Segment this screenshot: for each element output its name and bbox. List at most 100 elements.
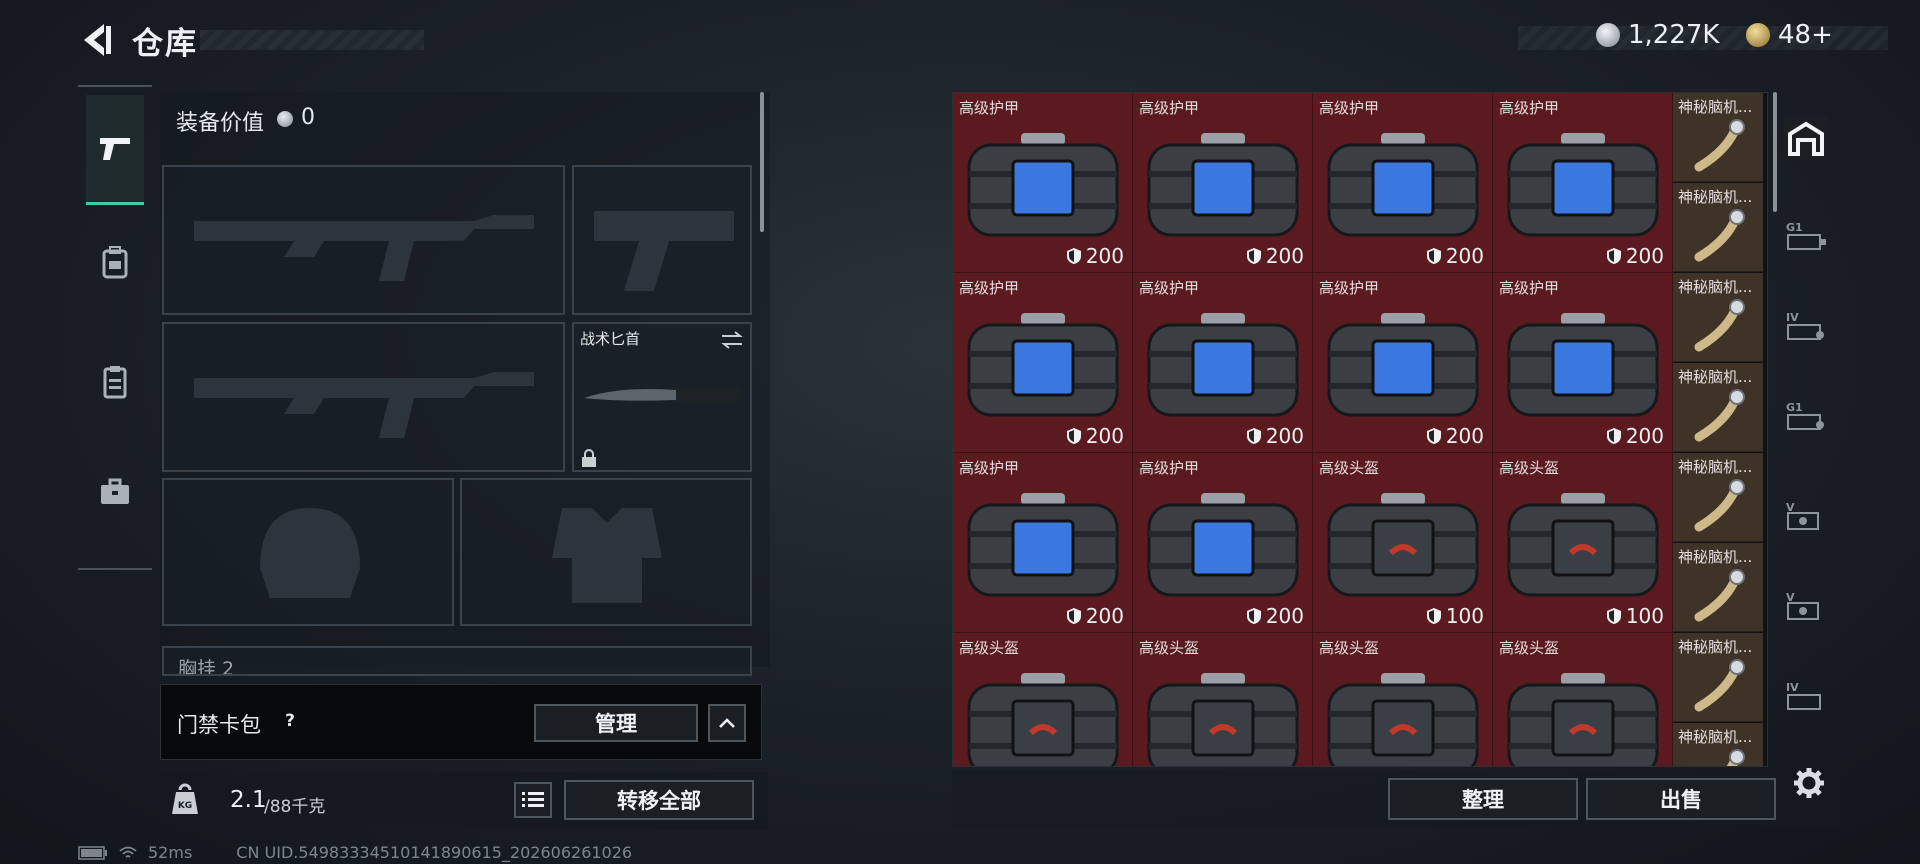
tab-backpack[interactable] — [86, 207, 144, 317]
armor-bag-icon — [1507, 133, 1659, 237]
inventory-item-armor[interactable]: 高级护甲 200 — [953, 273, 1133, 453]
item-name: 高级护甲 — [959, 99, 1020, 117]
durability-shield-icon — [1066, 428, 1081, 444]
item-durability: 200 — [1265, 424, 1304, 448]
silver-amount: 1,227K — [1628, 20, 1720, 50]
item-durability: 200 — [1085, 604, 1124, 628]
back-button[interactable] — [76, 20, 116, 60]
tab-case[interactable] — [86, 437, 144, 547]
inventory-item-brain-chip[interactable]: 神秘脑机... — [1673, 93, 1763, 182]
safehouse-icon — [1788, 121, 1824, 156]
brain-chip-icon — [1694, 389, 1745, 442]
chest-rig-label: 胸挂 2 — [178, 658, 235, 676]
list-view-button[interactable] — [514, 782, 552, 818]
brain-chip-icon — [1694, 209, 1745, 262]
tab-vest[interactable] — [86, 327, 144, 437]
item-value: 200 — [1066, 244, 1124, 268]
inventory-item-armor[interactable]: 高级护甲 200 — [1313, 93, 1493, 273]
inventory-item-armor[interactable]: 高级护甲 200 — [1133, 93, 1313, 273]
item-value: 200 — [1246, 424, 1304, 448]
helmet-bag-icon — [1507, 493, 1659, 597]
tab-weapons[interactable] — [86, 95, 144, 205]
item-durability: 200 — [1085, 424, 1124, 448]
knife-slot[interactable]: 战术匕首 — [572, 322, 752, 472]
weight-icon: KG — [172, 783, 198, 814]
expand-button[interactable] — [708, 704, 746, 742]
gold-amount: 48+ — [1778, 20, 1833, 50]
item-name: 高级护甲 — [1319, 279, 1380, 297]
tab-stash-v[interactable]: V — [1784, 494, 1828, 538]
item-name: 高级护甲 — [1139, 279, 1200, 297]
pistol-slot[interactable] — [572, 165, 752, 315]
item-name: 神秘脑机... — [1678, 368, 1753, 386]
chest-rig-slot[interactable]: 胸挂 2 — [162, 646, 752, 676]
item-durability: 100 — [1445, 604, 1484, 628]
tab-stash-v2[interactable]: V — [1784, 584, 1828, 628]
helmet-slot[interactable] — [162, 478, 454, 626]
page-title: 仓库 — [132, 26, 198, 62]
helmet-silhouette-icon — [260, 508, 360, 598]
durability-shield-icon — [1606, 428, 1621, 444]
inventory-item-brain-chip[interactable]: 神秘脑机... — [1673, 453, 1763, 542]
inventory-item-brain-chip[interactable]: 神秘脑机... — [1673, 543, 1763, 632]
durability-shield-icon — [1066, 248, 1081, 264]
status-bar: 52ms CN UID.54983334510141890615_2026062… — [78, 843, 632, 862]
durability-shield-icon — [1606, 608, 1621, 624]
weight-max: /88千克 — [264, 797, 326, 817]
tab-stash-g1b[interactable]: G1 — [1784, 394, 1828, 438]
inventory-item-brain-chip[interactable]: 神秘脑机... — [1673, 183, 1763, 272]
manage-button[interactable]: 管理 — [534, 704, 698, 742]
stash-g1b-icon: G1 — [1786, 401, 1824, 430]
chevron-up-icon — [719, 718, 735, 728]
tab-stash-iv2[interactable]: IV — [1784, 674, 1828, 718]
briefcase-icon — [101, 478, 129, 504]
tab-safehouse[interactable] — [1784, 116, 1828, 160]
helmet-bag-icon — [1147, 673, 1299, 766]
inventory-item-armor[interactable]: 高级护甲 200 — [1133, 453, 1313, 633]
inventory-item-brain-chip[interactable]: 神秘脑机... — [1673, 273, 1763, 362]
durability-shield-icon — [1246, 248, 1261, 264]
inventory-item-armor[interactable]: 高级护甲 200 — [1493, 93, 1673, 273]
settings-gear-icon[interactable] — [1792, 766, 1826, 800]
item-name: 高级护甲 — [1499, 279, 1560, 297]
equipment-value: 0 — [301, 105, 315, 130]
tab-stash-iv[interactable]: IV — [1784, 304, 1828, 348]
durability-shield-icon — [1426, 248, 1441, 264]
inventory-item-armor[interactable]: 高级护甲 200 — [1133, 273, 1313, 453]
brain-chip-icon — [1694, 569, 1745, 622]
item-durability: 200 — [1625, 424, 1664, 448]
inventory-item-helmet[interactable]: 高级头盔 100 — [1493, 453, 1673, 633]
inventory-item-brain-chip[interactable]: 神秘脑机... — [1673, 723, 1763, 766]
inventory-item-helmet[interactable]: 高级头盔 100 — [1313, 453, 1493, 633]
secondary-weapon-slot[interactable] — [162, 322, 565, 472]
sort-button[interactable]: 整理 — [1388, 778, 1578, 820]
inventory-item-armor[interactable]: 高级护甲 200 — [1493, 273, 1673, 453]
armor-bag-icon — [1147, 493, 1299, 597]
brain-chip-icon — [1694, 119, 1745, 172]
equipment-scrollbar[interactable] — [760, 92, 764, 232]
help-icon[interactable]: ? — [279, 711, 301, 733]
inventory-item-brain-chip[interactable]: 神秘脑机... — [1673, 633, 1763, 722]
swap-icon[interactable] — [720, 330, 744, 350]
silver-currency: 1,227K — [1596, 20, 1719, 50]
tab-stash-g1[interactable]: G1 — [1784, 214, 1828, 258]
inventory-item-armor[interactable]: 高级护甲 200 — [1313, 273, 1493, 453]
transfer-all-button[interactable]: 转移全部 — [564, 780, 754, 820]
item-name: 神秘脑机... — [1678, 278, 1753, 296]
durability-shield-icon — [1426, 608, 1441, 624]
armor-slot[interactable] — [460, 478, 752, 626]
inventory-item-helmet[interactable]: 高级头盔 — [1493, 633, 1673, 766]
primary-weapon-slot[interactable] — [162, 165, 565, 315]
inventory-item-helmet[interactable]: 高级头盔 — [1133, 633, 1313, 766]
inventory-item-helmet[interactable]: 高级头盔 — [1313, 633, 1493, 766]
inventory-item-brain-chip[interactable]: 神秘脑机... — [1673, 363, 1763, 452]
inventory-item-armor[interactable]: 高级护甲 200 — [953, 453, 1133, 633]
inventory-item-armor[interactable]: 高级护甲 200 — [953, 93, 1133, 273]
item-name: 高级护甲 — [1139, 99, 1200, 117]
svg-text:KG: KG — [178, 801, 192, 811]
inventory-item-helmet[interactable]: 高级头盔 — [953, 633, 1133, 766]
item-name: 神秘脑机... — [1678, 548, 1753, 566]
sell-button[interactable]: 出售 — [1586, 778, 1776, 820]
item-name: 神秘脑机... — [1678, 728, 1753, 746]
durability-shield-icon — [1066, 608, 1081, 624]
